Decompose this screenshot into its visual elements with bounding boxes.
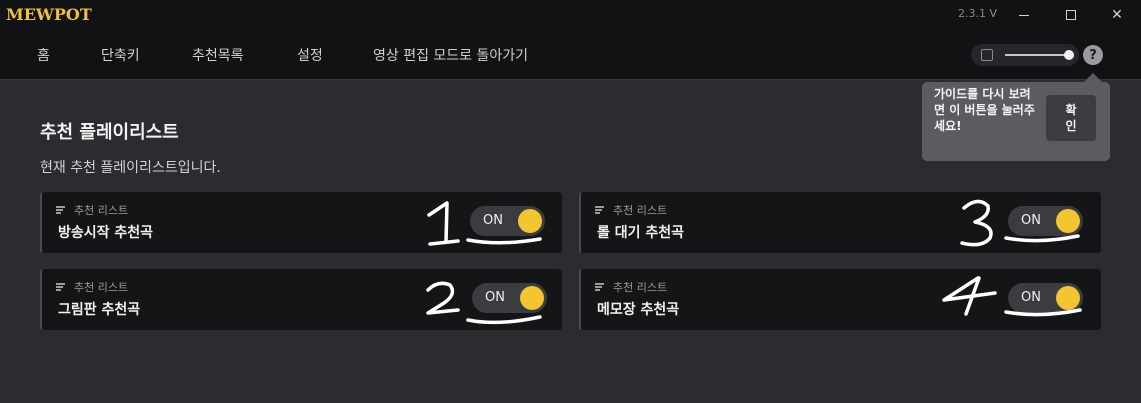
- toggle-knob: [1056, 209, 1080, 233]
- zoom-handle[interactable]: [1064, 50, 1074, 60]
- playlist-name: 메모장 추천곡: [597, 302, 680, 318]
- toggle-state-label: ON: [483, 213, 503, 228]
- toggle-state-label: ON: [1021, 290, 1041, 305]
- nav-item-home[interactable]: 홈: [37, 45, 50, 65]
- playlist-tag: 추천 리스트: [595, 279, 667, 295]
- title-bar: MEWPOT 2.3.1 V ✕ 홈 단축키 추천목록 설정 영상 편집 모드로…: [0, 0, 1141, 80]
- toggle-knob: [518, 209, 542, 233]
- page-subtitle: 현재 추천 플레이리스트입니다.: [40, 160, 221, 176]
- playlist-card: 추천 리스트 롤 대기 추천곡 ON: [579, 192, 1101, 253]
- page-title: 추천 플레이리스트: [40, 122, 179, 143]
- playlist-tag-label: 추천 리스트: [74, 204, 129, 217]
- playlist-tag-label: 추천 리스트: [74, 281, 129, 294]
- toggle-knob: [1056, 286, 1080, 310]
- music-list-icon: [56, 282, 68, 292]
- zoom-slider[interactable]: [971, 44, 1079, 66]
- music-list-icon: [595, 205, 607, 215]
- playlist-name: 롤 대기 추천곡: [597, 225, 685, 241]
- playlist-tag: 추천 리스트: [56, 202, 128, 218]
- minimize-icon: [1019, 14, 1029, 16]
- playlist-toggle[interactable]: ON: [1008, 206, 1083, 236]
- maximize-button[interactable]: [1048, 0, 1094, 30]
- playlist-name: 방송시작 추천곡: [58, 225, 154, 241]
- music-list-icon: [595, 282, 607, 292]
- nav-item-shortcuts[interactable]: 단축키: [101, 45, 140, 65]
- toggle-state-label: ON: [485, 290, 505, 305]
- playlist-name: 그림판 추천곡: [58, 302, 141, 318]
- guide-popover-text: 가이드를 다시 보려면 이 버튼을 눌러주세요!: [934, 87, 1035, 133]
- zoom-track[interactable]: [1005, 54, 1067, 56]
- playlist-card: 추천 리스트 그림판 추천곡 ON: [40, 269, 562, 330]
- toggle-state-label: ON: [1021, 213, 1041, 228]
- playlist-card: 추천 리스트 방송시작 추천곡 ON: [40, 192, 562, 253]
- maximize-icon: [1066, 10, 1076, 20]
- playlist-tag-label: 추천 리스트: [613, 204, 668, 217]
- help-button[interactable]: ?: [1083, 45, 1103, 65]
- playlist-toggle[interactable]: ON: [470, 206, 545, 236]
- zoom-icon: [981, 49, 993, 61]
- app-logo: MEWPOT: [6, 5, 92, 24]
- playlist-tag: 추천 리스트: [56, 279, 128, 295]
- minimize-button[interactable]: [1001, 0, 1047, 30]
- close-button[interactable]: ✕: [1094, 0, 1140, 30]
- music-list-icon: [56, 205, 68, 215]
- playlist-tag-label: 추천 리스트: [613, 281, 668, 294]
- playlist-card: 추천 리스트 메모장 추천곡 ON: [579, 269, 1101, 330]
- guide-confirm-button[interactable]: 확인: [1046, 95, 1096, 141]
- question-icon: ?: [1089, 47, 1097, 63]
- app-version: 2.3.1 V: [958, 7, 998, 20]
- nav-item-back-to-editor[interactable]: 영상 편집 모드로 돌아가기: [373, 45, 528, 65]
- guide-popover: 가이드를 다시 보려면 이 버튼을 눌러주세요! 확인: [922, 73, 1110, 161]
- close-icon: ✕: [1111, 7, 1123, 23]
- nav-item-recommendations[interactable]: 추천목록: [192, 45, 244, 65]
- toggle-knob: [520, 286, 544, 310]
- playlist-tag: 추천 리스트: [595, 202, 667, 218]
- playlist-toggle[interactable]: ON: [1008, 283, 1083, 313]
- nav-item-settings[interactable]: 설정: [297, 45, 323, 65]
- playlist-toggle[interactable]: ON: [472, 283, 547, 313]
